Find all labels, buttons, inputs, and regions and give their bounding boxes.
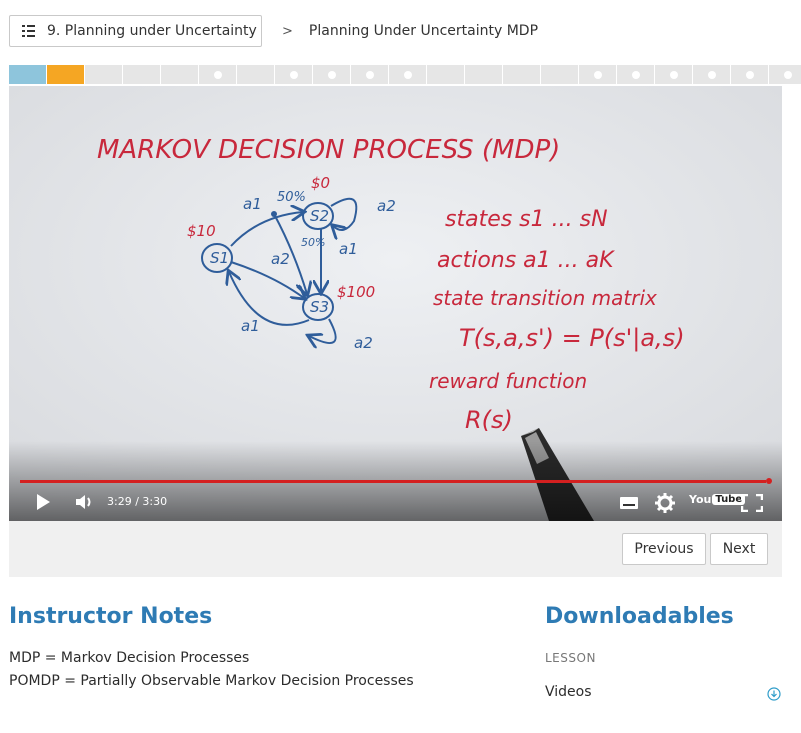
play-icon[interactable] [34, 493, 52, 511]
progress-segment[interactable] [85, 65, 122, 84]
downloadables-section-label: LESSON [545, 651, 596, 665]
board-transition-line: state transition matrix [433, 286, 657, 310]
node-label-s3: S3 [310, 298, 329, 316]
instructor-notes-heading: Instructor Notes [9, 604, 213, 629]
quiz-dot-icon [669, 70, 678, 79]
seek-bar[interactable] [20, 480, 766, 483]
board-reward-formula: R(s) [465, 406, 513, 434]
progress-segment[interactable] [199, 65, 236, 84]
progress-segment[interactable] [503, 65, 540, 84]
list-icon [22, 25, 35, 37]
progress-segment[interactable] [275, 65, 312, 84]
reward-label-s3: $100 [337, 283, 375, 301]
quiz-dot-icon [327, 70, 336, 79]
progress-segment[interactable] [693, 65, 730, 84]
quiz-dot-icon [631, 70, 640, 79]
progress-segment[interactable] [731, 65, 768, 84]
download-icon[interactable] [767, 687, 781, 701]
edge-label-a2-mid: a2 [271, 250, 290, 268]
reward-label-s1: $10 [187, 222, 216, 240]
board-transition-formula: T(s,a,s') = P(s'|a,s) [459, 324, 685, 352]
edge-label-a2-s2: a2 [377, 197, 396, 215]
progress-segment[interactable] [427, 65, 464, 84]
progress-segment[interactable] [9, 65, 46, 84]
progress-segment[interactable] [123, 65, 160, 84]
progress-segment[interactable] [579, 65, 616, 84]
youtube-logo[interactable]: You Tube [689, 493, 746, 506]
edge-label-a2-s3: a2 [354, 334, 373, 352]
previous-button[interactable]: Previous [622, 533, 706, 565]
progress-segment[interactable] [161, 65, 198, 84]
downloadables-heading: Downloadables [545, 604, 734, 629]
edge-label-50pct: 50% [277, 190, 306, 205]
progress-segment[interactable] [47, 65, 84, 84]
edge-label-a1-right: a1 [339, 240, 358, 258]
node-label-s1: S1 [210, 249, 229, 267]
note-line: POMDP = Partially Observable Markov Deci… [9, 673, 414, 689]
lesson-menu-button[interactable]: 9. Planning under Uncertainty [9, 15, 262, 47]
youtube-logo-you: You [689, 493, 712, 506]
captions-icon[interactable] [620, 497, 638, 509]
progress-segment[interactable] [465, 65, 502, 84]
quiz-dot-icon [403, 70, 412, 79]
progress-segment[interactable] [541, 65, 578, 84]
quiz-dot-icon [289, 70, 298, 79]
board-actions-line: actions a1 ... aK [437, 248, 615, 273]
progress-segment[interactable] [389, 65, 426, 84]
progress-segment[interactable] [617, 65, 654, 84]
quiz-dot-icon [213, 70, 222, 79]
board-reward-line: reward function [429, 369, 587, 393]
progress-segment[interactable] [313, 65, 350, 84]
next-button[interactable]: Next [710, 533, 768, 565]
board-title: MARKOV DECISION PROCESS (MDP) [97, 135, 560, 165]
quiz-dot-icon [783, 70, 792, 79]
edge-label-a1-bottom: a1 [241, 317, 260, 335]
node-label-s2: S2 [310, 207, 329, 225]
fullscreen-icon[interactable] [741, 494, 763, 512]
progress-segment[interactable] [351, 65, 388, 84]
volume-icon[interactable] [75, 494, 95, 510]
seek-handle[interactable] [766, 478, 772, 484]
lesson-header: 9. Planning under Uncertainty > Planning… [9, 15, 538, 47]
breadcrumb-separator: > [282, 23, 293, 39]
quiz-dot-icon [593, 70, 602, 79]
progress-segment[interactable] [237, 65, 274, 84]
board-states-line: states s1 ... sN [445, 207, 608, 232]
quiz-dot-icon [707, 70, 716, 79]
lesson-menu-label: 9. Planning under Uncertainty [47, 23, 257, 39]
quiz-dot-icon [365, 70, 374, 79]
settings-gear-icon[interactable] [655, 493, 675, 513]
concept-progress-bar [9, 65, 801, 84]
edge-label-a1-top: a1 [243, 195, 262, 213]
video-player[interactable]: MARKOV DECISION PROCESS (MDP) S1 S2 S3 a… [9, 86, 782, 521]
reward-label-s2: $0 [311, 174, 330, 192]
navigation-bar: Previous Next [9, 521, 782, 577]
note-line: MDP = Markov Decision Processes [9, 650, 250, 666]
breadcrumb-current: Planning Under Uncertainty MDP [308, 23, 539, 39]
progress-segment[interactable] [655, 65, 692, 84]
download-item-videos[interactable]: Videos [545, 684, 592, 700]
video-time: 3:29 / 3:30 [107, 495, 168, 508]
quiz-dot-icon [745, 70, 754, 79]
edge-label-50pct-mid: 50% [301, 236, 325, 249]
progress-segment[interactable] [769, 65, 801, 84]
